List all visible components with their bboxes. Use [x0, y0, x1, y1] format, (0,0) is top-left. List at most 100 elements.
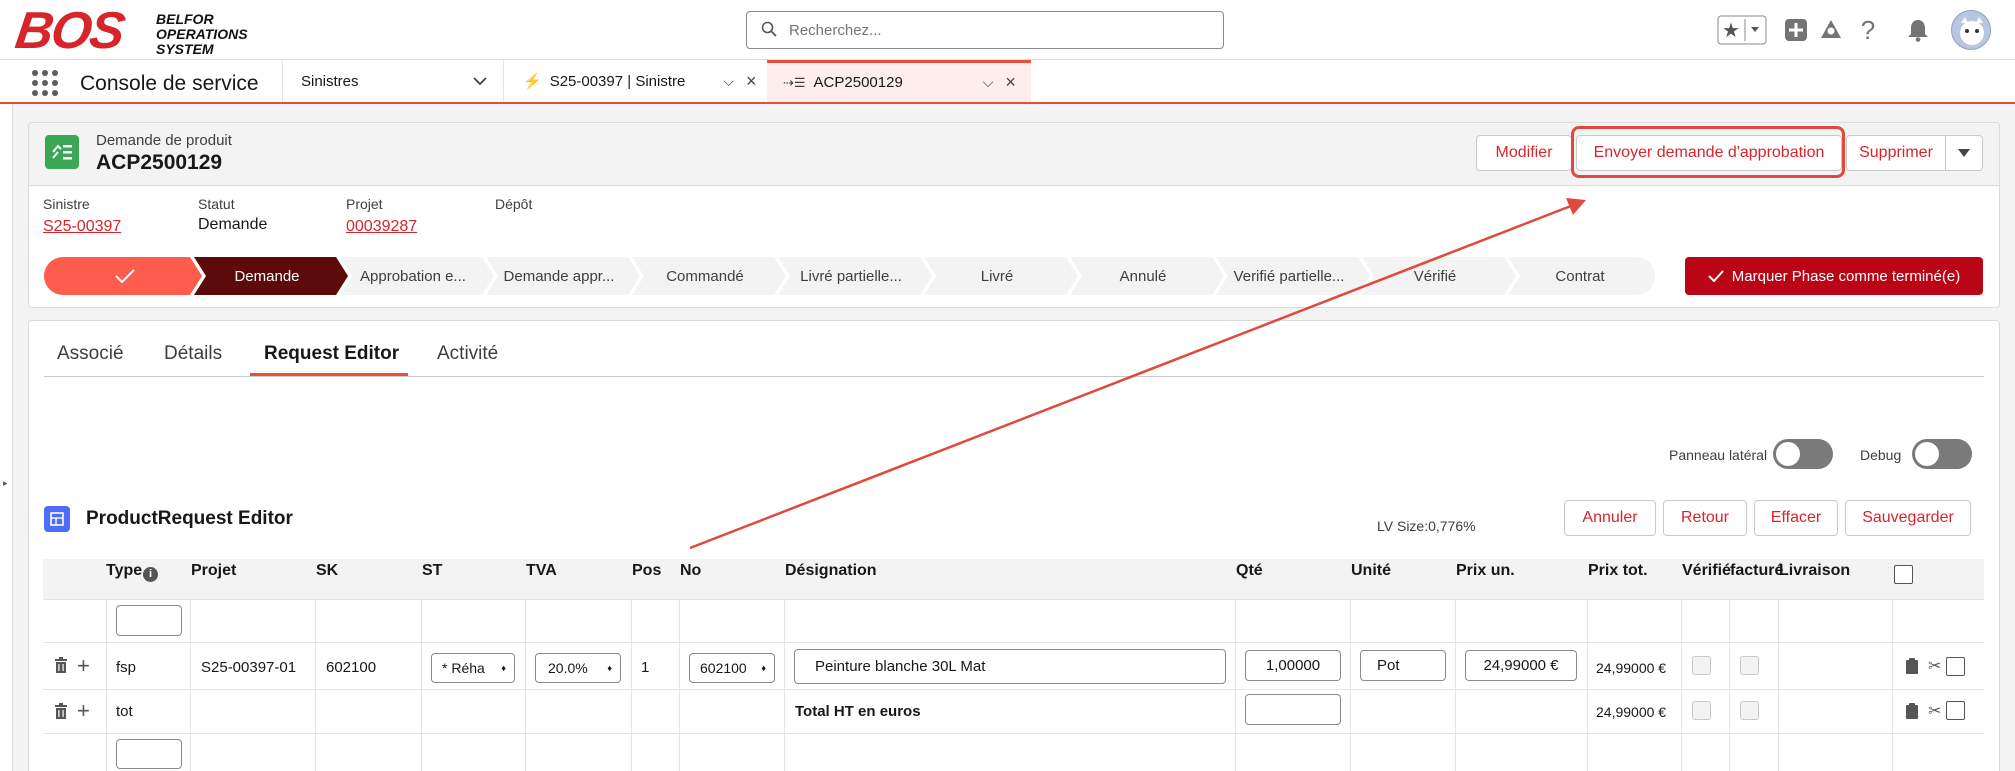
path-step-label: Demande: [234, 267, 300, 285]
tab-details[interactable]: Détails: [164, 343, 222, 365]
select-arrows-icon: ♦: [607, 663, 612, 673]
cell-prix-tot-total: 24,99000 €: [1596, 704, 1667, 720]
clipboard-icon[interactable]: [1905, 703, 1919, 723]
delete-button[interactable]: Supprimer: [1846, 135, 1946, 171]
chevron-down-icon: [1958, 149, 1970, 157]
utility-splitter[interactable]: [0, 104, 13, 771]
field-value-projet[interactable]: 00039287: [346, 218, 417, 236]
cell-sk: 602100: [326, 659, 377, 676]
add-row-icon[interactable]: +: [77, 653, 90, 679]
search-input[interactable]: [789, 18, 1209, 42]
back-button[interactable]: Retour: [1663, 500, 1747, 536]
scissors-icon[interactable]: ✂: [1928, 701, 1941, 721]
type-new-row-input[interactable]: [116, 739, 182, 769]
row-select-checkbox[interactable]: [1946, 701, 1965, 720]
field-value-statut: Demande: [198, 216, 268, 233]
tab-request-editor[interactable]: Request Editor: [264, 343, 399, 365]
field-label-depot: Dépôt: [495, 196, 533, 212]
trash-icon[interactable]: [54, 703, 68, 723]
qte-input[interactable]: 1,00000: [1245, 650, 1341, 681]
chevron-down-icon[interactable]: ⌵: [723, 73, 734, 90]
field-value-sinistre[interactable]: S25-00397: [43, 218, 121, 236]
clipboard-icon[interactable]: [1905, 658, 1919, 677]
notifications-bell-icon[interactable]: [1904, 14, 1932, 46]
st-select[interactable]: * Réha ♦: [431, 653, 515, 683]
close-icon[interactable]: ×: [1005, 72, 1016, 93]
column-header-projet: Projet: [191, 562, 237, 579]
chevron-right-icon[interactable]: ▸: [3, 478, 8, 489]
column-divider: [1587, 599, 1588, 771]
debug-toggle-label: Debug: [1860, 447, 1902, 463]
user-avatar[interactable]: [1951, 10, 1991, 50]
tva-select[interactable]: 20.0% ♦: [535, 653, 621, 683]
more-actions-button[interactable]: [1945, 135, 1983, 171]
app-logo[interactable]: BOS BELFOR OPERATIONS SYSTEM: [12, 2, 266, 60]
facture-checkbox[interactable]: [1740, 701, 1759, 720]
help-icon[interactable]: ?: [1854, 14, 1882, 46]
editor-icon: [44, 506, 70, 532]
no-select[interactable]: 602100 ♦: [689, 653, 775, 683]
column-divider: [679, 599, 680, 771]
designation-input[interactable]: Peinture blanche 30L Mat: [794, 649, 1226, 684]
column-header-facture: facturé: [1730, 562, 1784, 579]
column-divider: [784, 599, 785, 771]
column-header-verifie: Vérifié: [1682, 562, 1731, 579]
trailhead-icon[interactable]: [1817, 14, 1845, 46]
path-step-label: Approbation e...: [360, 267, 466, 285]
cell-projet: S25-00397-01: [201, 659, 297, 676]
field-label-statut: Statut: [198, 196, 235, 212]
edit-button[interactable]: Modifier: [1476, 135, 1572, 171]
column-divider: [190, 599, 191, 771]
mark-stage-complete-button[interactable]: Marquer Phase comme terminé(e): [1685, 257, 1983, 295]
column-divider: [1778, 599, 1779, 771]
select-all-checkbox[interactable]: [1894, 565, 1913, 584]
close-icon[interactable]: ×: [746, 71, 757, 92]
row-divider: [43, 689, 1984, 690]
column-header-designation: Désignation: [785, 562, 877, 579]
side-panel-toggle[interactable]: [1773, 439, 1833, 469]
favorites-icon[interactable]: ★: [1717, 14, 1767, 46]
debug-toggle[interactable]: [1912, 439, 1972, 469]
row-divider: [43, 642, 1984, 643]
qte-total-input[interactable]: [1245, 694, 1341, 725]
column-divider: [106, 599, 107, 771]
verifie-checkbox[interactable]: [1692, 656, 1711, 675]
global-search[interactable]: [746, 11, 1224, 49]
chevron-down-icon[interactable]: [473, 76, 487, 86]
unite-input[interactable]: Pot: [1360, 650, 1446, 681]
object-selector-label: Sinistres: [301, 73, 359, 90]
facture-checkbox[interactable]: [1740, 656, 1759, 675]
column-header-pos: Pos: [632, 562, 662, 579]
tab-sinistre[interactable]: ⚡ S25-00397 | Sinistre ⌵ ×: [505, 60, 767, 102]
search-icon: [761, 21, 777, 37]
no-select-value: 602100: [700, 660, 747, 676]
add-row-icon[interactable]: +: [77, 698, 90, 724]
info-icon[interactable]: i: [143, 567, 158, 582]
select-arrows-icon: ♦: [501, 663, 506, 673]
type-filter-input[interactable]: [116, 605, 182, 636]
save-button[interactable]: Sauvegarder: [1845, 500, 1971, 536]
st-select-value: * Réha: [442, 660, 485, 676]
column-header-type: Type: [106, 562, 143, 579]
column-divider: [525, 599, 526, 771]
cancel-button[interactable]: Annuler: [1564, 500, 1656, 536]
prix-un-input[interactable]: 24,99000 €: [1465, 650, 1577, 681]
path-step-complete[interactable]: [44, 257, 202, 295]
scissors-icon[interactable]: ✂: [1928, 656, 1941, 676]
verifie-checkbox[interactable]: [1692, 701, 1711, 720]
field-label-sinistre: Sinistre: [43, 196, 90, 212]
record-type: Demande de produit: [96, 132, 232, 149]
tab-product-request[interactable]: ⇢☰ ACP2500129 ⌵ ×: [767, 60, 1031, 102]
tab-divider: [44, 376, 1984, 377]
path-step-label: Livré: [980, 267, 1014, 285]
tab-associe[interactable]: Associé: [57, 343, 124, 365]
clear-button[interactable]: Effacer: [1754, 500, 1838, 536]
add-icon[interactable]: [1782, 14, 1810, 46]
tab-activite[interactable]: Activité: [437, 343, 498, 365]
object-navigation-menu[interactable]: Sinistres: [282, 60, 504, 102]
path-step-label: Commandé: [666, 267, 744, 285]
row-select-checkbox[interactable]: [1946, 657, 1965, 676]
app-launcher-icon[interactable]: [32, 70, 58, 96]
chevron-down-icon[interactable]: ⌵: [983, 74, 994, 91]
trash-icon[interactable]: [54, 657, 68, 678]
